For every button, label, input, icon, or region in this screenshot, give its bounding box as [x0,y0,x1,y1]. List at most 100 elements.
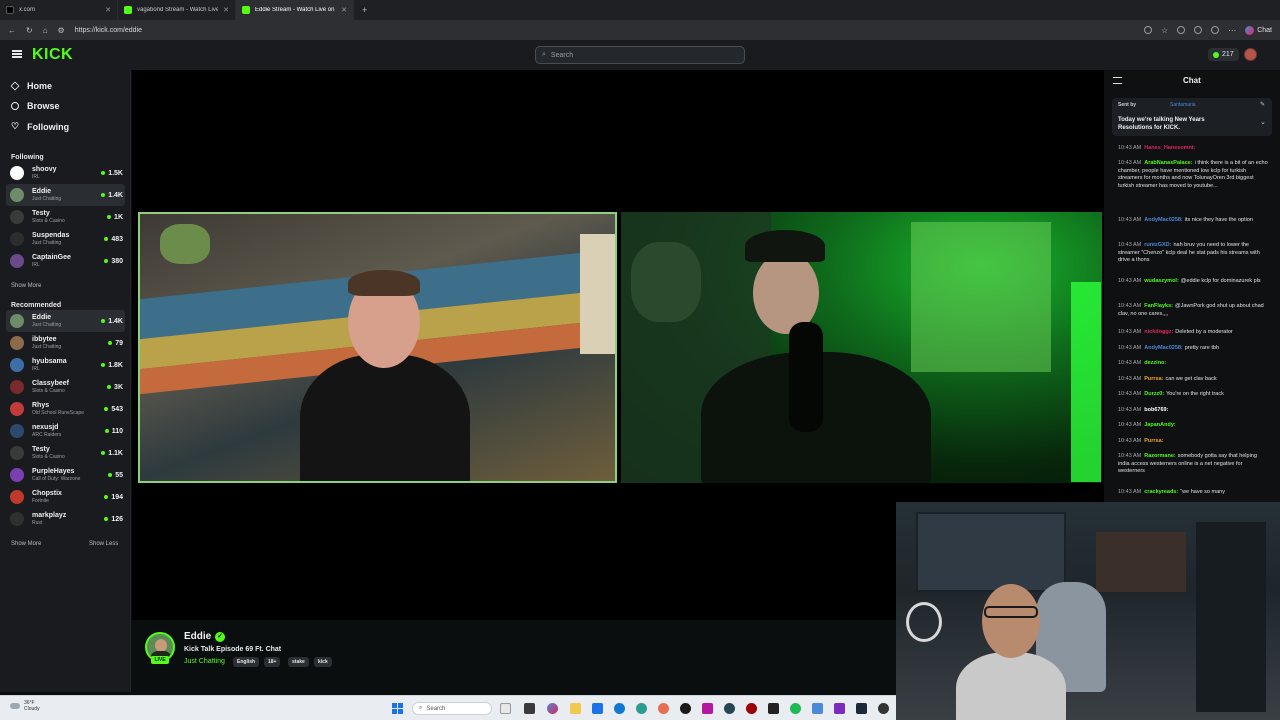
sidebar-channel-rhys[interactable]: Rhys Old School RuneScape 543 [6,398,125,420]
search-icon: ⌕ [542,51,546,58]
nav-following[interactable]: ♡ Following [11,121,69,132]
spotify-icon[interactable] [790,703,801,714]
sidebar-channel-captaingee[interactable]: CaptainGee IRL 380 [6,250,125,272]
sidebar-channel-suspendas[interactable]: Suspendas Just Chatting 483 [6,228,125,250]
app-icon[interactable] [768,703,779,714]
chat-username[interactable]: ArabNanasPalace: [1144,160,1192,166]
steam-icon[interactable] [856,703,867,714]
sidebar-channel-nexusjd[interactable]: nexusjd ARC Raiders 110 [6,420,125,442]
profile-icon[interactable] [1194,26,1203,34]
channel-meta: Chopstix Fortnite [32,490,104,504]
app-icon[interactable] [680,703,691,714]
chat-username[interactable]: Hanes_Hanesomnt: [1144,145,1195,151]
chat-username[interactable]: bob6769: [1144,407,1168,413]
sidebar-channel-chopstix[interactable]: Chopstix Fortnite 194 [6,486,125,508]
close-tab-icon[interactable]: ✕ [223,6,229,14]
streamer-name[interactable]: Eddie [184,631,211,642]
nav-home[interactable]: Home [10,81,52,91]
browser-tab[interactable]: x.com ✕ [0,0,118,20]
sidebar-channel-testy[interactable]: Testy Slots & Casino 1.1K [6,442,125,464]
windows-start-icon[interactable] [392,703,403,714]
store-icon[interactable] [592,703,603,714]
site-info-icon[interactable]: ⚙ [58,26,65,35]
show-less-recommended-link[interactable]: Show Less [89,541,118,547]
kick-logo[interactable]: KICK [32,46,73,64]
home-browser-icon[interactable]: ⌂ [43,26,48,35]
app-icon[interactable] [524,703,535,714]
chat-username[interactable]: AndyMac0258: [1144,345,1183,351]
refresh-icon[interactable]: ↻ [26,26,33,35]
browser-tab-active[interactable]: Eddie Stream - Watch Live on Kick ✕ [236,0,354,20]
app-icon[interactable] [834,703,845,714]
show-more-recommended-link[interactable]: Show More [11,541,41,547]
verified-badge-icon: ✓ [215,632,225,642]
chat-username[interactable]: dezzino: [1144,360,1166,366]
new-tab-button[interactable]: + [362,5,367,15]
stream-tag[interactable]: English [233,657,260,667]
chat-username[interactable]: FanFlayks: [1144,303,1173,309]
chat-username[interactable]: Purrsa: [1144,376,1163,382]
app-icon[interactable] [724,703,735,714]
firefox-icon[interactable] [658,703,669,714]
stream-tag[interactable]: stake [288,657,309,667]
app-icon[interactable] [636,703,647,714]
stream-category-link[interactable]: Just Chatting [184,658,225,665]
channel-name: nexusjd [32,424,59,431]
nav-browse[interactable]: Browse [11,101,60,111]
task-view-icon[interactable] [500,703,511,714]
viewer-count-badge[interactable]: 217 [1208,48,1239,61]
chat-username[interactable]: Razormane: [1144,453,1175,459]
chat-username[interactable]: AndyMac0258: [1144,217,1183,223]
stream-tag[interactable]: 18+ [264,657,281,667]
sidebar-channel-markplayz[interactable]: markplayz Rust 126 [6,508,125,530]
browser-tab[interactable]: vagabond Stream - Watch Live on Kick ✕ [118,0,236,20]
extensions-icon[interactable] [1177,26,1186,34]
app-icon[interactable] [746,703,757,714]
chat-button[interactable]: Chat [1245,25,1272,35]
hamburger-menu-icon[interactable] [12,50,22,58]
weather-widget[interactable]: 36°F Cloudy [24,700,40,712]
extension-icon[interactable] [1144,26,1153,34]
channel-meta: Testy Slots & Casino [32,210,107,224]
app-icon[interactable] [812,703,823,714]
chat-message: 10:43 AM crackyreads: "we have so many [1118,489,1268,497]
sidebar-channel-shoovy[interactable]: shoovy IRL 1.5K [6,162,125,184]
url-field[interactable]: https://kick.com/eddie [75,27,1134,34]
collapse-chat-icon[interactable] [1113,77,1122,84]
back-icon[interactable]: ← [8,26,16,35]
chat-username[interactable]: Durzz0: [1144,391,1164,397]
close-tab-icon[interactable]: ✕ [341,6,347,14]
sidebar-channel-eddie[interactable]: Eddie Just Chatting 1.4K [6,184,125,206]
sidebar-channel-testy[interactable]: Testy Slots & Casino 1K [6,206,125,228]
sidebar-channel-eddie[interactable]: Eddie Just Chatting 1.4K [6,310,125,332]
edge-icon[interactable] [614,703,625,714]
chat-username[interactable]: nickdoggz: [1144,329,1173,335]
chat-username[interactable]: wudaszymol: [1144,278,1179,284]
sidebar-channel-ibbytee[interactable]: ibbytee Just Chatting 79 [6,332,125,354]
file-explorer-icon[interactable] [570,703,581,714]
chat-username[interactable]: crackyreads: [1144,489,1178,495]
channel-viewers: 1.5K [101,170,123,177]
sidebar-channel-purplehayes[interactable]: PurpleHayes Call of Duty: Warzone 55 [6,464,125,486]
sidebar-channel-classybeef[interactable]: Classybeef Slots & Casino 3K [6,376,125,398]
copilot-app-icon[interactable] [547,703,558,714]
chat-username[interactable]: JapanAndy: [1144,422,1175,428]
channel-avatar [10,402,24,416]
taskbar-search[interactable]: ⌕ Search [412,702,492,715]
more-menu-icon[interactable]: ⋯ [1228,26,1236,35]
show-more-following-link[interactable]: Show More [11,283,41,289]
channel-avatar [10,336,24,350]
chevron-down-icon[interactable]: ⌄ [1260,118,1266,126]
search-input[interactable]: ⌕ Search [535,46,745,64]
viewer-count: 1K [114,213,123,221]
app-icon[interactable] [702,703,713,714]
close-tab-icon[interactable]: ✕ [105,6,111,14]
chat-username[interactable]: runtzGXD: [1144,242,1171,248]
chat-username[interactable]: Purrsa: [1144,438,1163,444]
user-avatar[interactable] [1244,48,1257,61]
star-icon[interactable]: ☆ [1161,26,1168,35]
sidebar-channel-hyubsama[interactable]: hyubsama IRL 1.8K [6,354,125,376]
downloads-icon[interactable] [1211,26,1220,34]
stream-tag[interactable]: kick [314,657,332,667]
app-icon[interactable] [878,703,889,714]
